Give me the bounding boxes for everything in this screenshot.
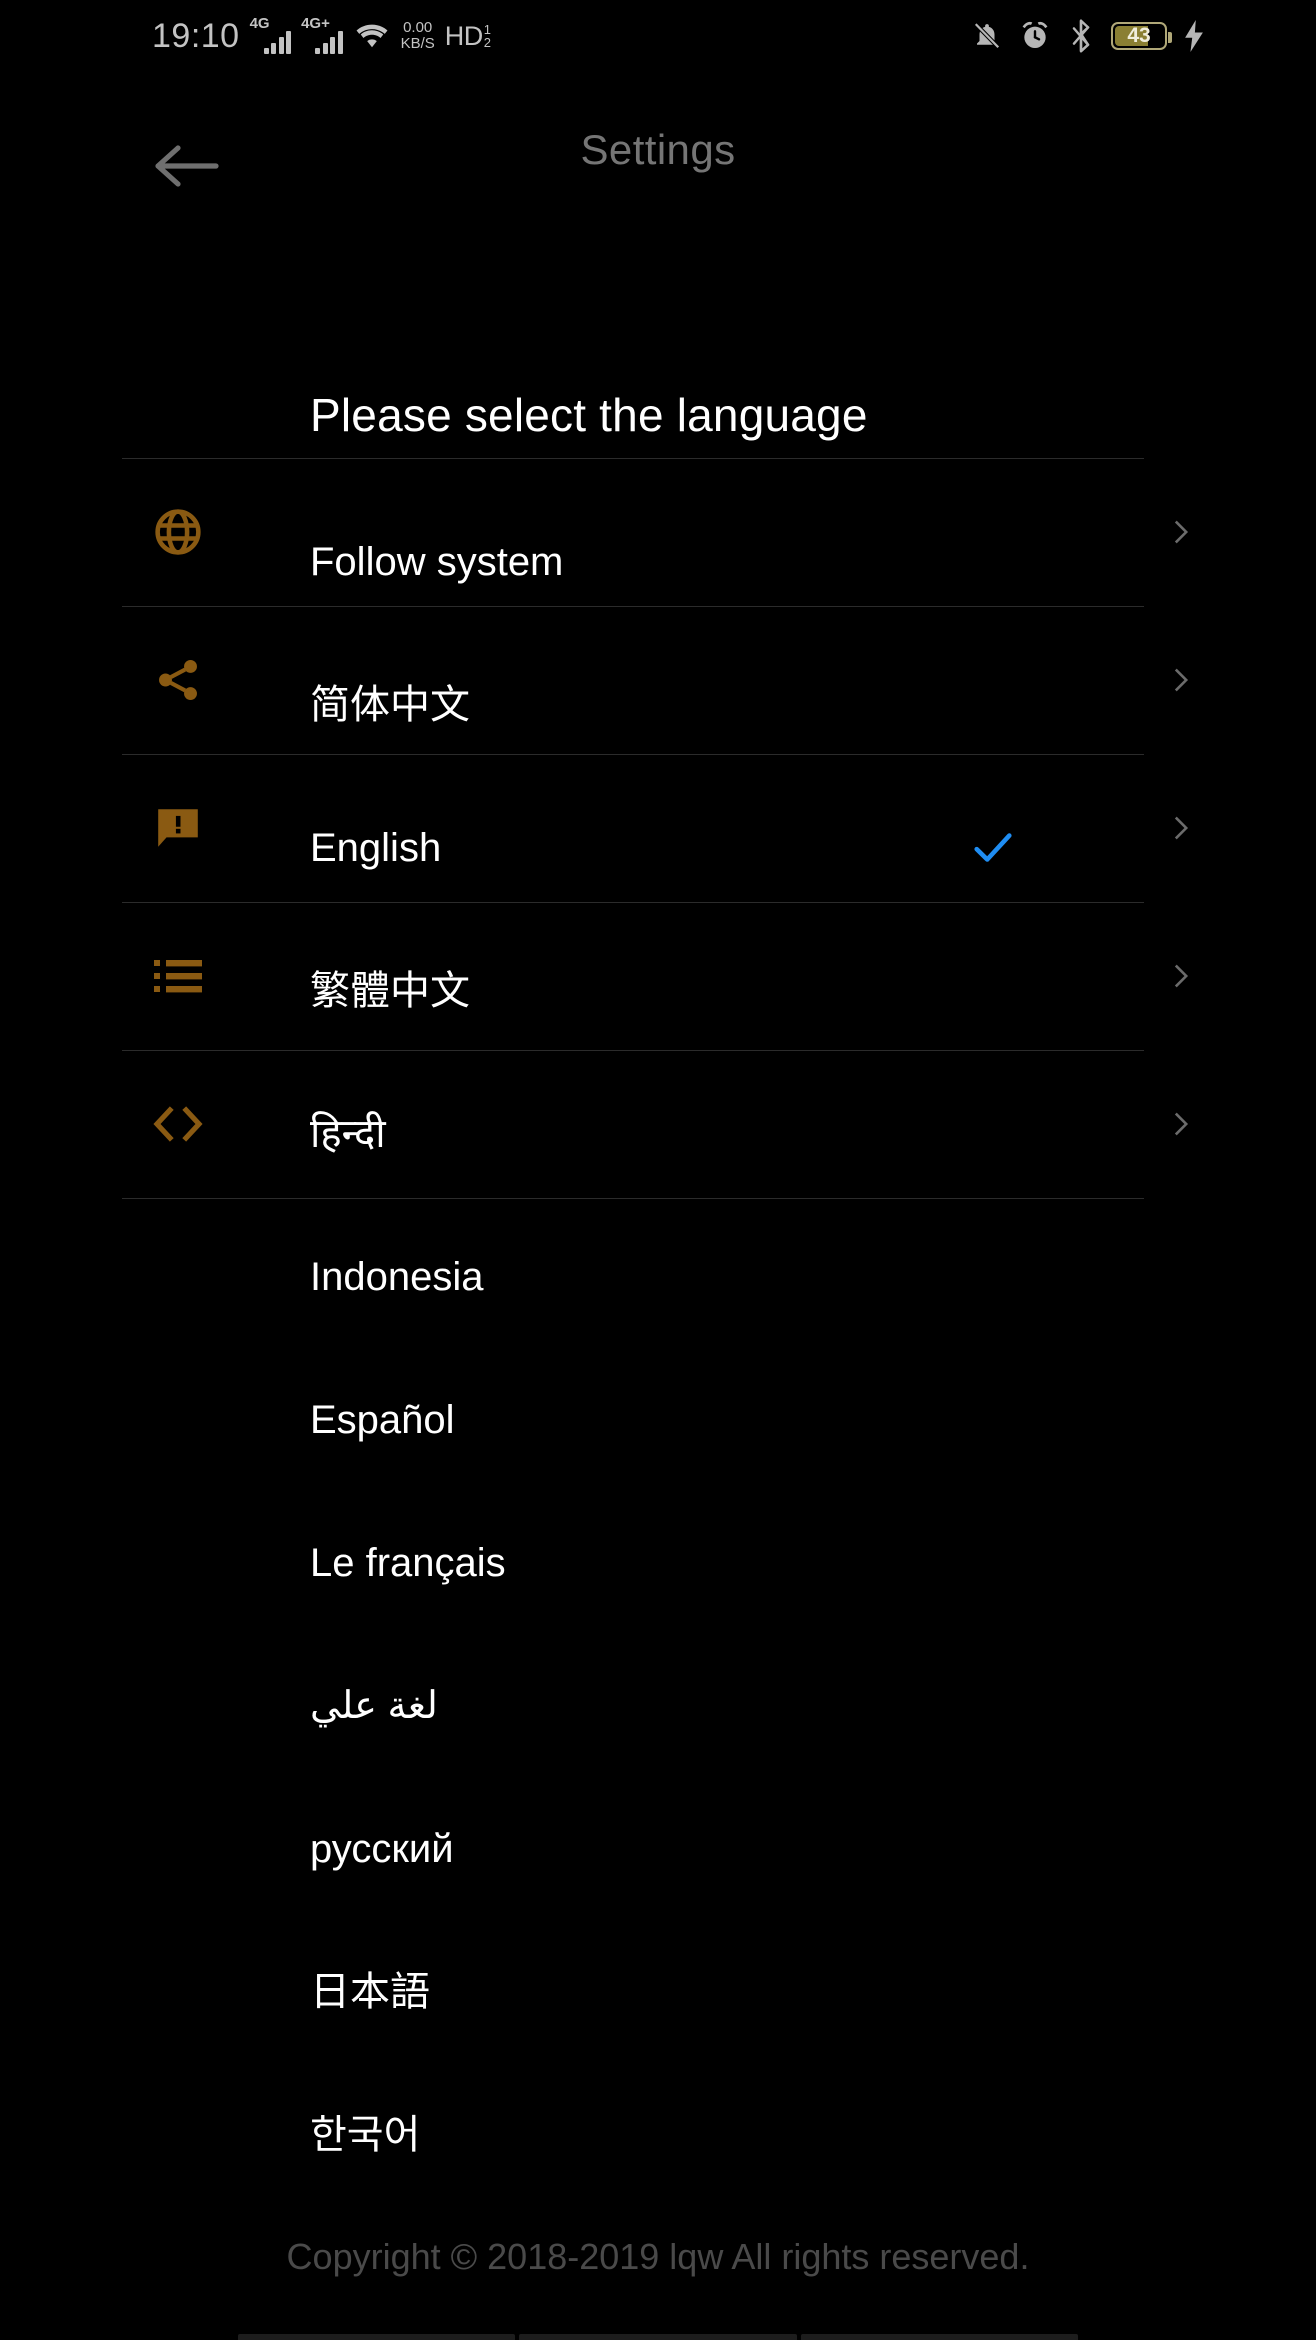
language-list-item[interactable]: 한국어 bbox=[0, 2063, 1316, 2206]
bluetooth-icon bbox=[1068, 19, 1094, 53]
language-list[interactable]: Follow system 简体中文 English 繁體中文 हिन्दी Indone… bbox=[0, 490, 1316, 2206]
page-title: Settings bbox=[0, 126, 1316, 174]
language-list-item[interactable]: Follow system bbox=[0, 490, 1316, 633]
status-bar: 19:10 4G 4G+ 0.00 KB/S bbox=[0, 0, 1316, 72]
status-bar-left: 19:10 4G 4G+ 0.00 KB/S bbox=[152, 17, 491, 56]
signal-sim2-icon: 4G+ bbox=[301, 19, 343, 54]
language-label: Español bbox=[310, 1400, 455, 1440]
language-label: Follow system bbox=[310, 542, 563, 582]
language-label: English bbox=[310, 828, 441, 868]
language-list-item[interactable]: 日本語 bbox=[0, 1920, 1316, 2063]
language-list-item[interactable]: русский bbox=[0, 1777, 1316, 1920]
nav-segment bbox=[519, 2334, 796, 2340]
network-speed-value: 0.00 bbox=[403, 20, 432, 36]
check-icon bbox=[970, 825, 1016, 871]
language-list-item[interactable]: 简体中文 bbox=[0, 633, 1316, 776]
alarm-clock-icon bbox=[1019, 20, 1051, 52]
status-clock: 19:10 bbox=[152, 17, 240, 56]
status-bar-right: 43 bbox=[972, 19, 1204, 53]
network-speed-indicator: 0.00 KB/S bbox=[401, 20, 435, 52]
hd-label: HD bbox=[445, 21, 483, 52]
signal-sim1-icon: 4G bbox=[250, 19, 292, 54]
navigation-bar-hint bbox=[238, 2334, 1078, 2340]
nav-segment bbox=[238, 2334, 515, 2340]
language-label: 简体中文 bbox=[310, 685, 470, 725]
language-list-item[interactable]: 繁體中文 bbox=[0, 919, 1316, 1062]
language-list-item[interactable]: हिन्दी bbox=[0, 1062, 1316, 1205]
language-label: 繁體中文 bbox=[310, 971, 470, 1011]
language-label: Le français bbox=[310, 1543, 506, 1583]
language-label: لغة علي bbox=[310, 1687, 438, 1725]
language-list-item[interactable]: English bbox=[0, 776, 1316, 919]
language-list-item[interactable]: Indonesia bbox=[0, 1205, 1316, 1348]
network-speed-unit: KB/S bbox=[401, 36, 435, 52]
sim2-network-label: 4G+ bbox=[301, 15, 330, 32]
language-label: 日本語 bbox=[310, 1972, 430, 2012]
hd-sub-bottom: 2 bbox=[484, 36, 491, 49]
battery-percent-label: 43 bbox=[1127, 24, 1150, 48]
copyright-text: Copyright © 2018-2019 lqw All rights res… bbox=[0, 2236, 1316, 2278]
phone-screen: 19:10 4G 4G+ 0.00 KB/S bbox=[0, 0, 1316, 2340]
nav-segment bbox=[801, 2334, 1078, 2340]
language-list-item[interactable]: لغة علي bbox=[0, 1634, 1316, 1777]
language-list-item[interactable]: Le français bbox=[0, 1491, 1316, 1634]
sim1-network-label: 4G bbox=[250, 15, 270, 32]
charging-bolt-icon bbox=[1184, 20, 1204, 52]
battery-icon: 43 bbox=[1111, 22, 1167, 50]
language-label: हिन्दी bbox=[310, 1114, 386, 1154]
dialog-heading: Please select the language bbox=[310, 388, 868, 442]
wifi-icon bbox=[353, 21, 391, 51]
language-label: Indonesia bbox=[310, 1257, 483, 1297]
language-label: русский bbox=[310, 1829, 454, 1869]
hd-voice-icon: HD 1 2 bbox=[445, 21, 491, 52]
mute-bell-icon bbox=[972, 20, 1002, 52]
app-bar: Settings bbox=[0, 118, 1316, 214]
language-label: 한국어 bbox=[310, 2115, 420, 2155]
row-divider bbox=[122, 458, 1144, 459]
language-list-item[interactable]: Español bbox=[0, 1348, 1316, 1491]
